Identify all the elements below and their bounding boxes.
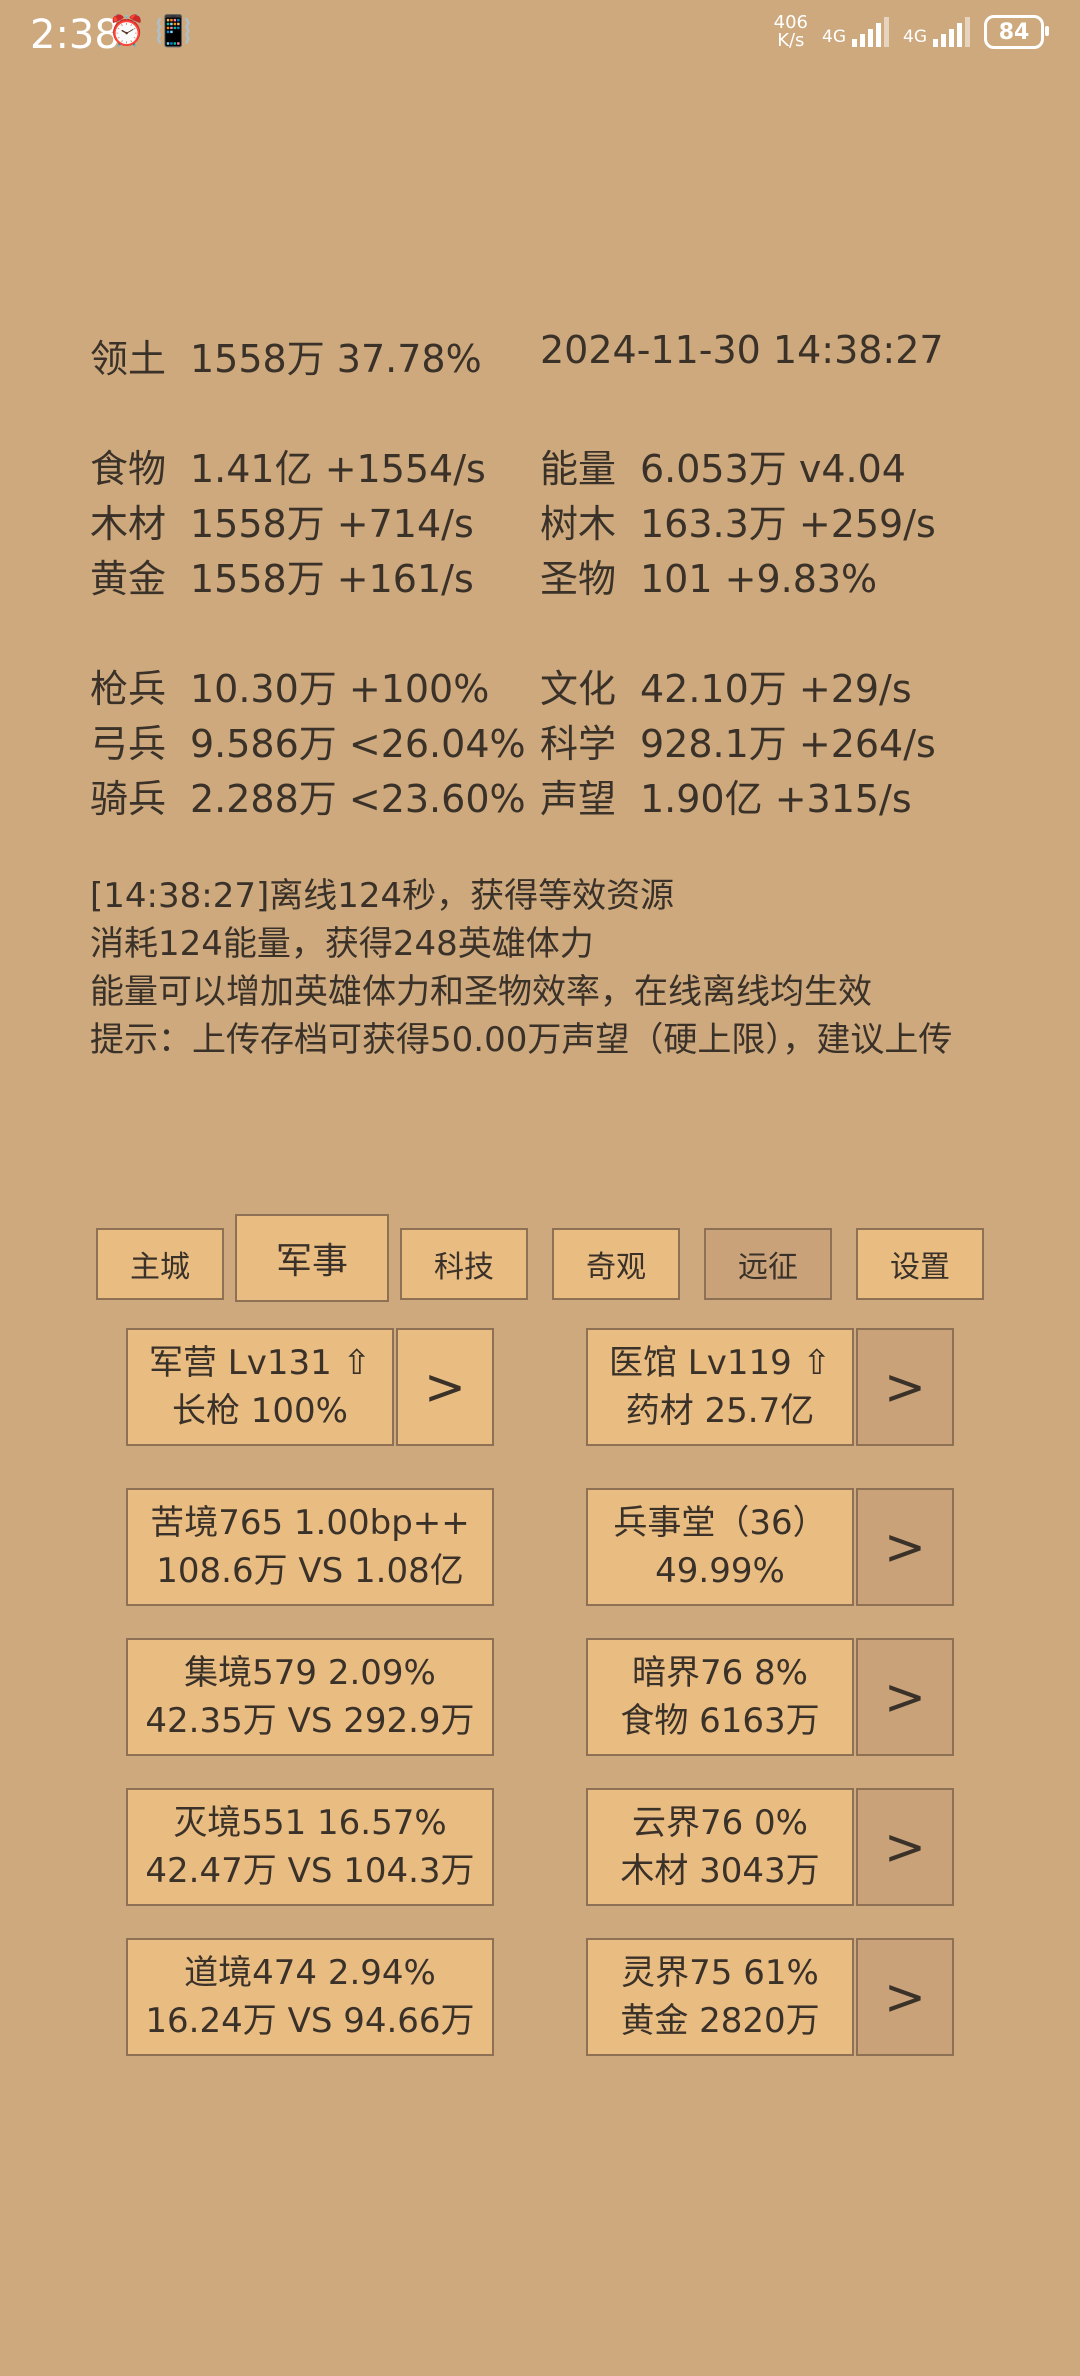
troop-row-archer: 弓兵 9.586万 <26.04% xyxy=(90,722,526,766)
yunjie-arrow-button[interactable]: > xyxy=(856,1788,954,1906)
realm-card-kujing[interactable]: 苦境765 1.00bp++ 108.6万 VS 1.08亿 xyxy=(126,1488,494,1606)
battery-icon: 84 xyxy=(984,15,1049,49)
barracks-hall-arrow-button[interactable]: > xyxy=(856,1488,954,1606)
datetime: 2024-11-30 14:38:27 xyxy=(540,328,944,372)
status-bar: 2:38 ⏰ 📳 406 K/s 4G 4G 84 xyxy=(0,0,1080,72)
resource-row-trees: 树木 163.3万 +259/s xyxy=(540,502,936,546)
realm-card-jijing[interactable]: 集境579 2.09% 42.35万 VS 292.9万 xyxy=(126,1638,494,1756)
barracks-card[interactable]: 军营 Lv131 ⇧ 长枪 100% xyxy=(126,1328,394,1446)
tab-expedition[interactable]: 远征 xyxy=(704,1228,832,1300)
signal-icon-sim2: 4G xyxy=(903,17,970,47)
resource-row-food: 食物 1.41亿 +1554/s xyxy=(90,447,486,491)
status-time: 2:38 xyxy=(30,12,120,58)
alarm-icon: ⏰ xyxy=(108,14,146,49)
barracks-arrow-button[interactable]: > xyxy=(396,1328,494,1446)
tab-wonders[interactable]: 奇观 xyxy=(552,1228,680,1300)
resource-row-relic: 圣物 101 +9.83% xyxy=(540,557,878,601)
log-line: 消耗124能量，获得248英雄体力 xyxy=(90,924,594,964)
hospital-arrow-button[interactable]: > xyxy=(856,1328,954,1446)
log-line: 能量可以增加英雄体力和圣物效率，在线离线均生效 xyxy=(90,972,872,1012)
realm-card-daojing[interactable]: 道境474 2.94% 16.24万 VS 94.66万 xyxy=(126,1938,494,2056)
resource-row-energy: 能量 6.053万 v4.04 xyxy=(540,447,906,491)
log-line: 提示：上传存档可获得50.00万声望（硬上限），建议上传 xyxy=(90,1020,953,1060)
territory-row: 领土 1558万 37.78% xyxy=(90,337,482,381)
resource-row-gold: 黄金 1558万 +161/s xyxy=(90,557,474,601)
resource-row-wood: 木材 1558万 +714/s xyxy=(90,502,474,546)
troop-row-spear: 枪兵 10.30万 +100% xyxy=(90,667,490,711)
tab-technology[interactable]: 科技 xyxy=(400,1228,528,1300)
tab-main-city[interactable]: 主城 xyxy=(96,1228,224,1300)
lingjie-arrow-button[interactable]: > xyxy=(856,1938,954,2056)
message-log: [14:38:27]离线124秒，获得等效资源 消耗124能量，获得248英雄体… xyxy=(90,872,952,1064)
tab-military[interactable]: 军事 xyxy=(235,1214,389,1302)
civ-row-science: 科学 928.1万 +264/s xyxy=(540,722,936,766)
civ-row-culture: 文化 42.10万 +29/s xyxy=(540,667,912,711)
hospital-card[interactable]: 医馆 Lv119 ⇧ 药材 25.7亿 xyxy=(586,1328,854,1446)
tab-settings[interactable]: 设置 xyxy=(856,1228,984,1300)
realm-card-anjie[interactable]: 暗界76 8% 食物 6163万 xyxy=(586,1638,854,1756)
troop-row-cavalry: 骑兵 2.288万 <23.60% xyxy=(90,777,526,821)
realm-card-miejing[interactable]: 灭境551 16.57% 42.47万 VS 104.3万 xyxy=(126,1788,494,1906)
vibrate-icon: 📳 xyxy=(154,14,193,49)
realm-card-yunjie[interactable]: 云界76 0% 木材 3043万 xyxy=(586,1788,854,1906)
civ-row-prestige: 声望 1.90亿 +315/s xyxy=(540,777,912,821)
log-line: [14:38:27]离线124秒，获得等效资源 xyxy=(90,876,675,916)
signal-icon-sim1: 4G xyxy=(822,17,889,47)
net-speed: 406 K/s xyxy=(773,12,808,51)
realm-card-lingjie[interactable]: 灵界75 61% 黄金 2820万 xyxy=(586,1938,854,2056)
anjie-arrow-button[interactable]: > xyxy=(856,1638,954,1756)
barracks-hall-card[interactable]: 兵事堂（36） 49.99% xyxy=(586,1488,854,1606)
